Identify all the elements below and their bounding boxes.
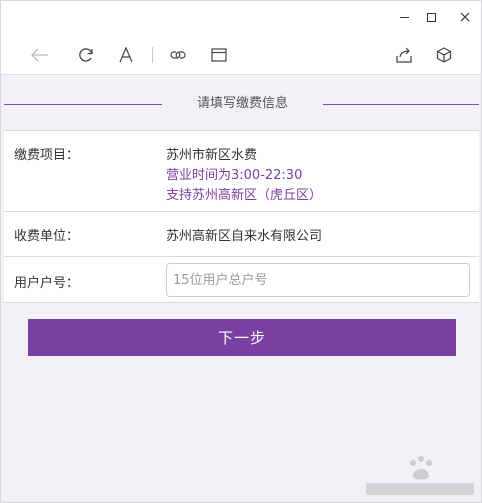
- form-title: 请填写缴费信息: [196, 96, 288, 111]
- payee-label: 收费单位：: [14, 229, 80, 244]
- account-label: 用户户号：: [14, 276, 80, 291]
- payment-item-value: 苏州市新区水费: [166, 148, 258, 163]
- cube-icon: [436, 47, 452, 63]
- next-step-button[interactable]: 下一步: [28, 319, 456, 356]
- app-window: 请填写缴费信息 缴费项目： 苏州市新区水费 营业时间为3:00-22:30 支持…: [0, 0, 482, 503]
- account-number-input[interactable]: [166, 263, 470, 297]
- refresh-icon: [79, 48, 93, 62]
- payment-item-label: 缴费项目：: [14, 148, 80, 163]
- payment-form-page: 请填写缴费信息 缴费项目： 苏州市新区水费 营业时间为3:00-22:30 支持…: [4, 75, 479, 503]
- business-hours: 营业时间为3:00-22:30: [166, 168, 303, 183]
- minimize-icon: [399, 16, 409, 18]
- back-arrow-icon: [31, 48, 48, 62]
- payee-value: 苏州高新区自来水有限公司: [166, 229, 323, 244]
- link-button[interactable]: [167, 44, 189, 66]
- payee-row: 收费单位： 苏州高新区自来水有限公司: [4, 212, 479, 257]
- section-header: 请填写缴费信息: [4, 93, 479, 115]
- browser-toolbar: [1, 33, 481, 75]
- font-size-icon: [119, 47, 133, 63]
- minimize-button[interactable]: [393, 7, 415, 27]
- payment-form: 缴费项目： 苏州市新区水费 营业时间为3:00-22:30 支持苏州高新区（虎丘…: [4, 130, 479, 303]
- link-icon: [170, 51, 186, 59]
- title-bar: [1, 1, 481, 33]
- header-line-left: [4, 104, 162, 105]
- maximize-button[interactable]: [420, 7, 442, 27]
- back-button[interactable]: [29, 44, 51, 66]
- header-line-right: [323, 104, 479, 105]
- close-icon: [460, 12, 470, 22]
- close-button[interactable]: [454, 7, 476, 27]
- window-button[interactable]: [208, 44, 230, 66]
- share-icon: [396, 47, 412, 63]
- supported-area: 支持苏州高新区（虎丘区）: [166, 188, 323, 203]
- share-button[interactable]: [393, 44, 415, 66]
- window-icon: [211, 48, 227, 62]
- account-row: 用户户号：: [4, 257, 479, 303]
- font-size-button[interactable]: [115, 44, 137, 66]
- payment-item-row: 缴费项目： 苏州市新区水费 营业时间为3:00-22:30 支持苏州高新区（虎丘…: [4, 131, 479, 212]
- watermark-logo: [366, 456, 474, 495]
- refresh-button[interactable]: [75, 44, 97, 66]
- toolbar-separator: [152, 47, 153, 63]
- maximize-icon: [426, 12, 436, 22]
- extensions-button[interactable]: [433, 44, 455, 66]
